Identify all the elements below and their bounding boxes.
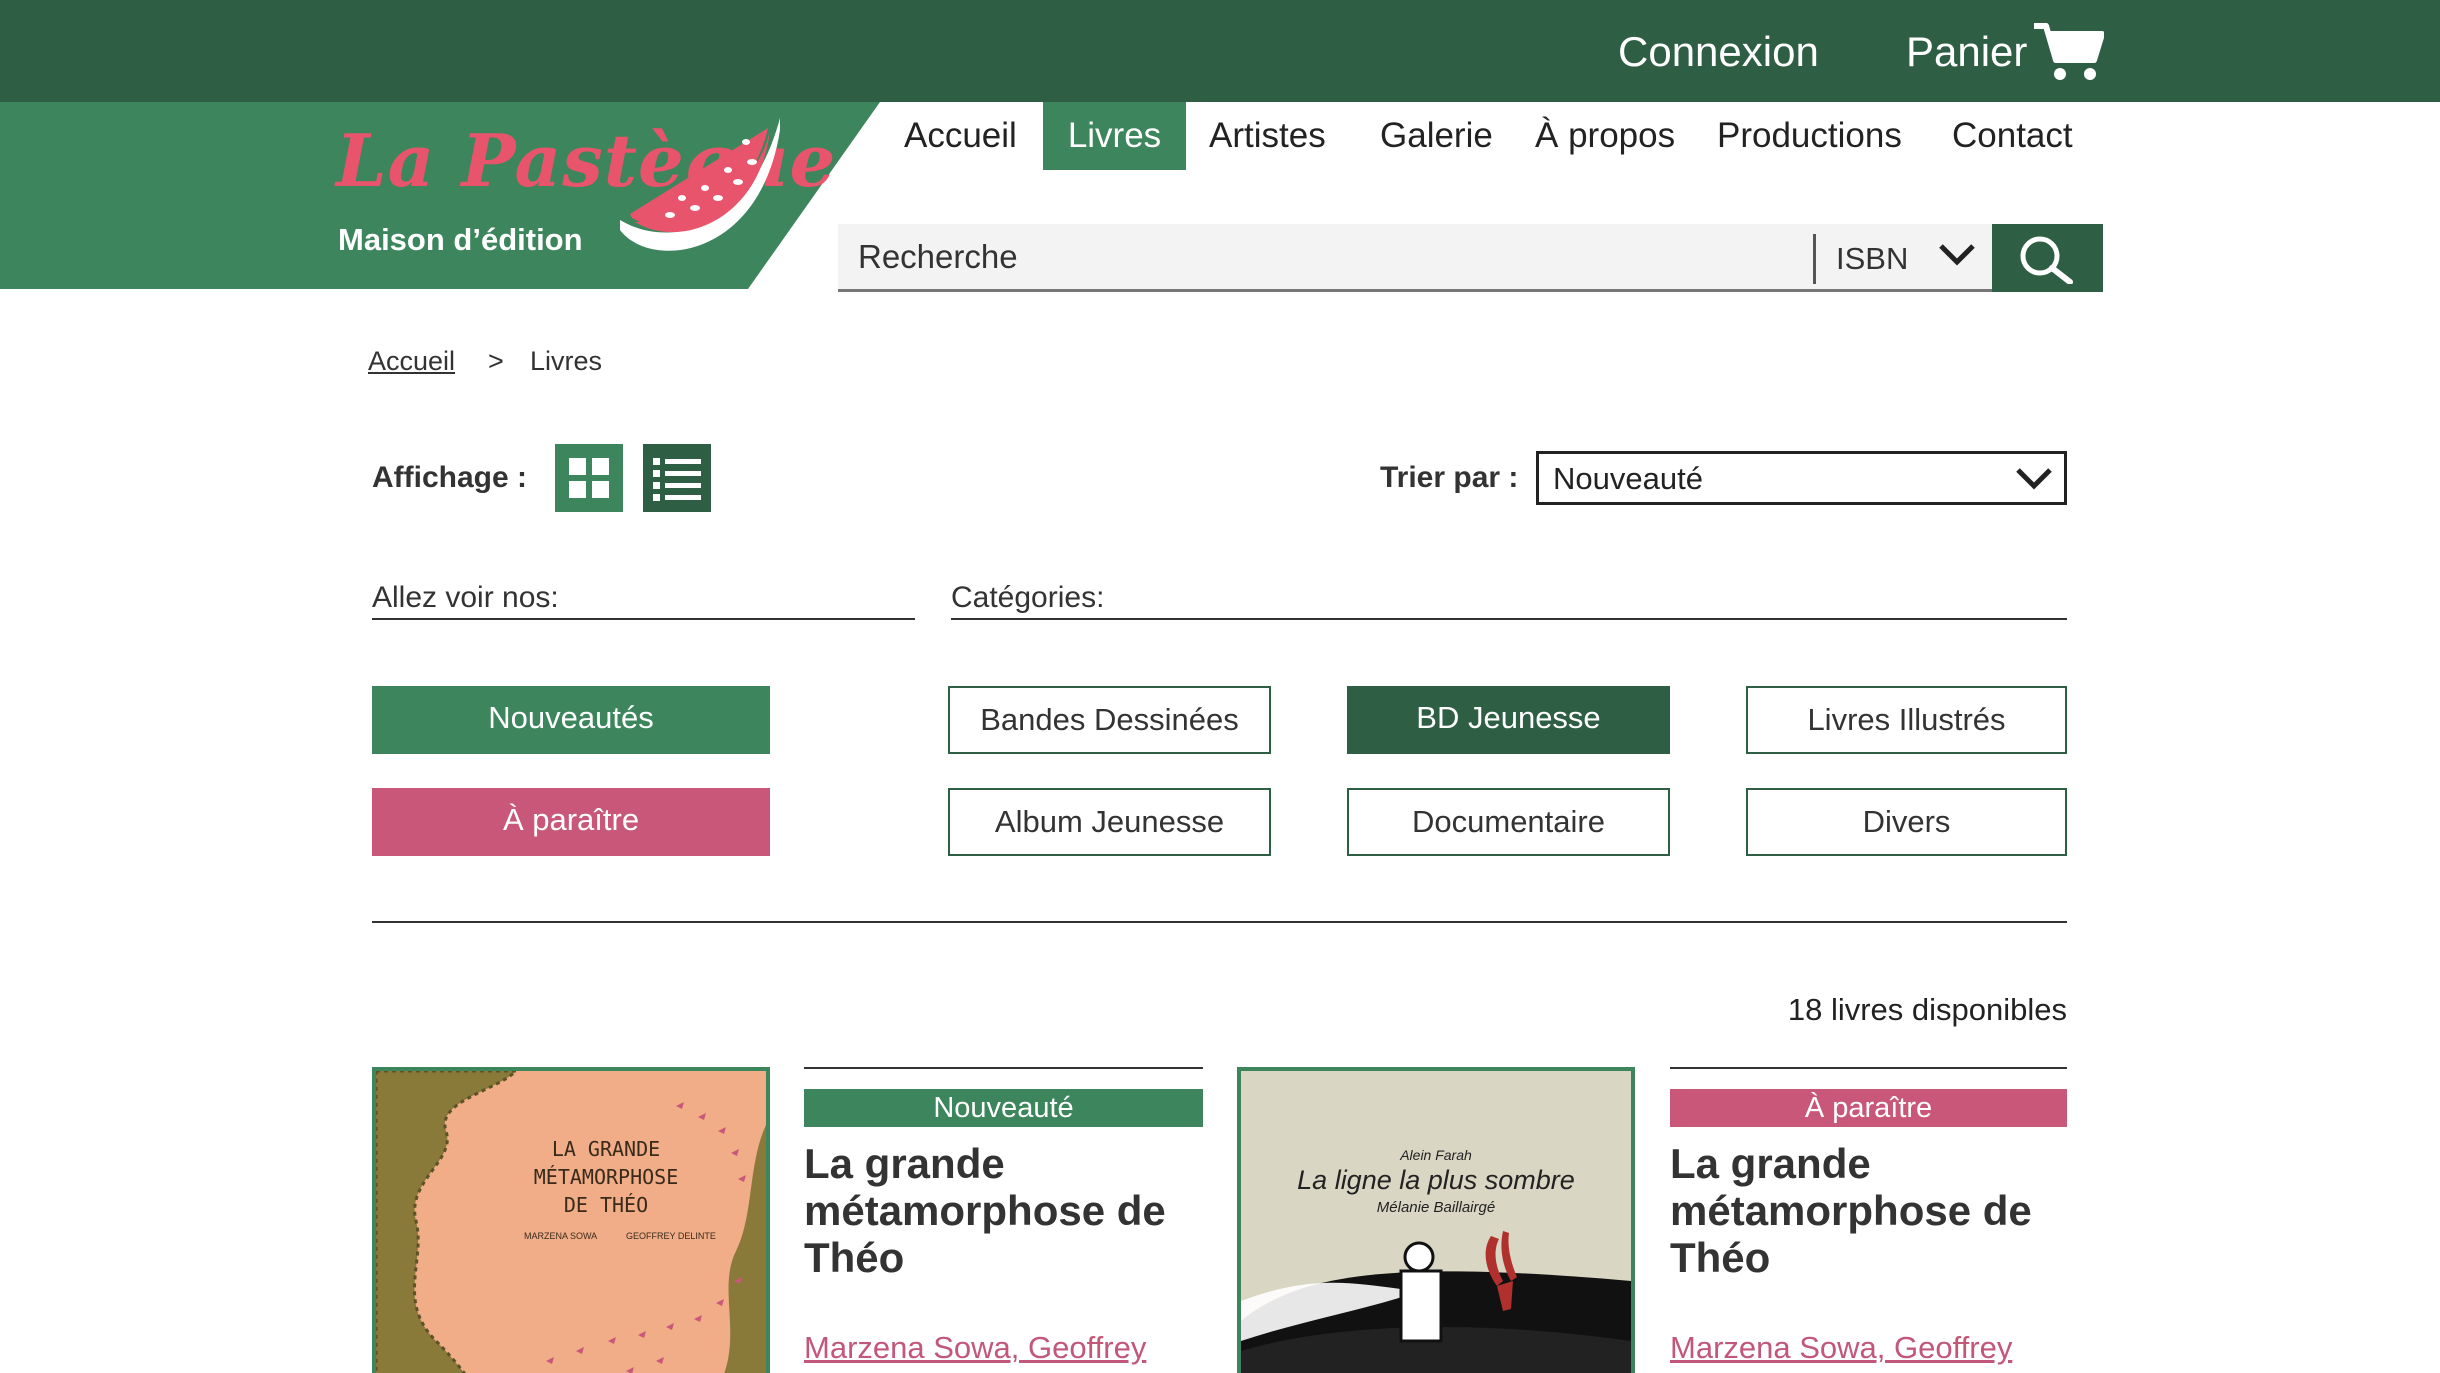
- divider: [372, 921, 2067, 923]
- nav-a-propos[interactable]: À propos: [1535, 102, 1675, 170]
- category-divers[interactable]: Divers: [1746, 788, 2067, 856]
- cover-author: MARZENA SOWA: [524, 1231, 598, 1241]
- nav-artistes[interactable]: Artistes: [1209, 102, 1326, 170]
- list-view-button[interactable]: [643, 444, 711, 512]
- sort-value: Nouveauté: [1553, 461, 1703, 496]
- status-badge: À paraître: [1670, 1089, 2067, 1127]
- book-title[interactable]: La grande métamorphose de Théo: [804, 1140, 1204, 1281]
- login-link[interactable]: Connexion: [1618, 26, 1819, 78]
- book-title[interactable]: La grande métamorphose de Théo: [1670, 1140, 2070, 1281]
- grid-icon: [569, 458, 609, 498]
- see-section-heading: Allez voir nos:: [372, 578, 915, 620]
- display-label: Affichage :: [372, 461, 528, 494]
- chevron-down-icon[interactable]: [1938, 242, 1976, 268]
- nav-livres[interactable]: Livres: [1043, 102, 1186, 170]
- card-divider: [804, 1067, 1203, 1069]
- category-documentaire[interactable]: Documentaire: [1347, 788, 1670, 856]
- search-icon: [2020, 236, 2073, 284]
- search-divider: [1813, 234, 1816, 284]
- category-livres-illustres[interactable]: Livres Illustrés: [1746, 686, 2067, 754]
- category-bd-jeunesse[interactable]: BD Jeunesse: [1347, 686, 1670, 754]
- chevron-down-icon: [2016, 468, 2052, 490]
- search-button[interactable]: [1992, 224, 2103, 292]
- nav-galerie[interactable]: Galerie: [1380, 102, 1493, 170]
- category-bandes-dessinees[interactable]: Bandes Dessinées: [948, 686, 1271, 754]
- cover-illustrator: GEOFFREY DELINTE: [626, 1231, 716, 1241]
- filter-nouveautes-button[interactable]: Nouveautés: [372, 686, 770, 754]
- sort-select[interactable]: Nouveauté: [1536, 451, 2067, 505]
- filter-a-paraitre-button[interactable]: À paraître: [372, 788, 770, 856]
- search-input[interactable]: [858, 234, 1638, 280]
- cover-title: LA GRANDE MÉTAMORPHOSE DE THÉO: [533, 1137, 679, 1217]
- grid-view-button[interactable]: [555, 444, 623, 512]
- nav-productions[interactable]: Productions: [1717, 102, 1902, 170]
- brand-tagline: Maison d’édition: [338, 222, 583, 257]
- search-bar: ISBN: [838, 224, 1992, 292]
- book-cover[interactable]: Alein Farah La ligne la plus sombre Méla…: [1237, 1067, 1635, 1373]
- book-cover[interactable]: LA GRANDE MÉTAMORPHOSE DE THÉO MARZENA S…: [372, 1067, 770, 1373]
- list-icon: [653, 458, 701, 501]
- search-type-select[interactable]: ISBN: [1836, 238, 1908, 280]
- book-author-link[interactable]: Marzena Sowa, Geoffrey: [1670, 1328, 2012, 1368]
- categories-heading: Catégories:: [951, 578, 2067, 620]
- breadcrumb-home[interactable]: Accueil: [368, 344, 455, 378]
- cart-link[interactable]: Panier: [1906, 26, 2027, 78]
- nav-accueil[interactable]: Accueil: [904, 102, 1017, 170]
- breadcrumb-current: Livres: [530, 346, 603, 376]
- breadcrumb-separator: >: [488, 346, 504, 376]
- card-divider: [1670, 1067, 2067, 1069]
- status-badge: Nouveauté: [804, 1089, 1203, 1127]
- book-author-link[interactable]: Marzena Sowa, Geoffrey: [804, 1328, 1146, 1368]
- category-album-jeunesse[interactable]: Album Jeunesse: [948, 788, 1271, 856]
- watermelon-icon: [620, 118, 780, 251]
- cart-icon[interactable]: [2032, 20, 2104, 82]
- nav-contact[interactable]: Contact: [1952, 102, 2073, 170]
- sort-label: Trier par :: [1380, 461, 1519, 494]
- results-count: 18 livres disponibles: [1787, 992, 2067, 1027]
